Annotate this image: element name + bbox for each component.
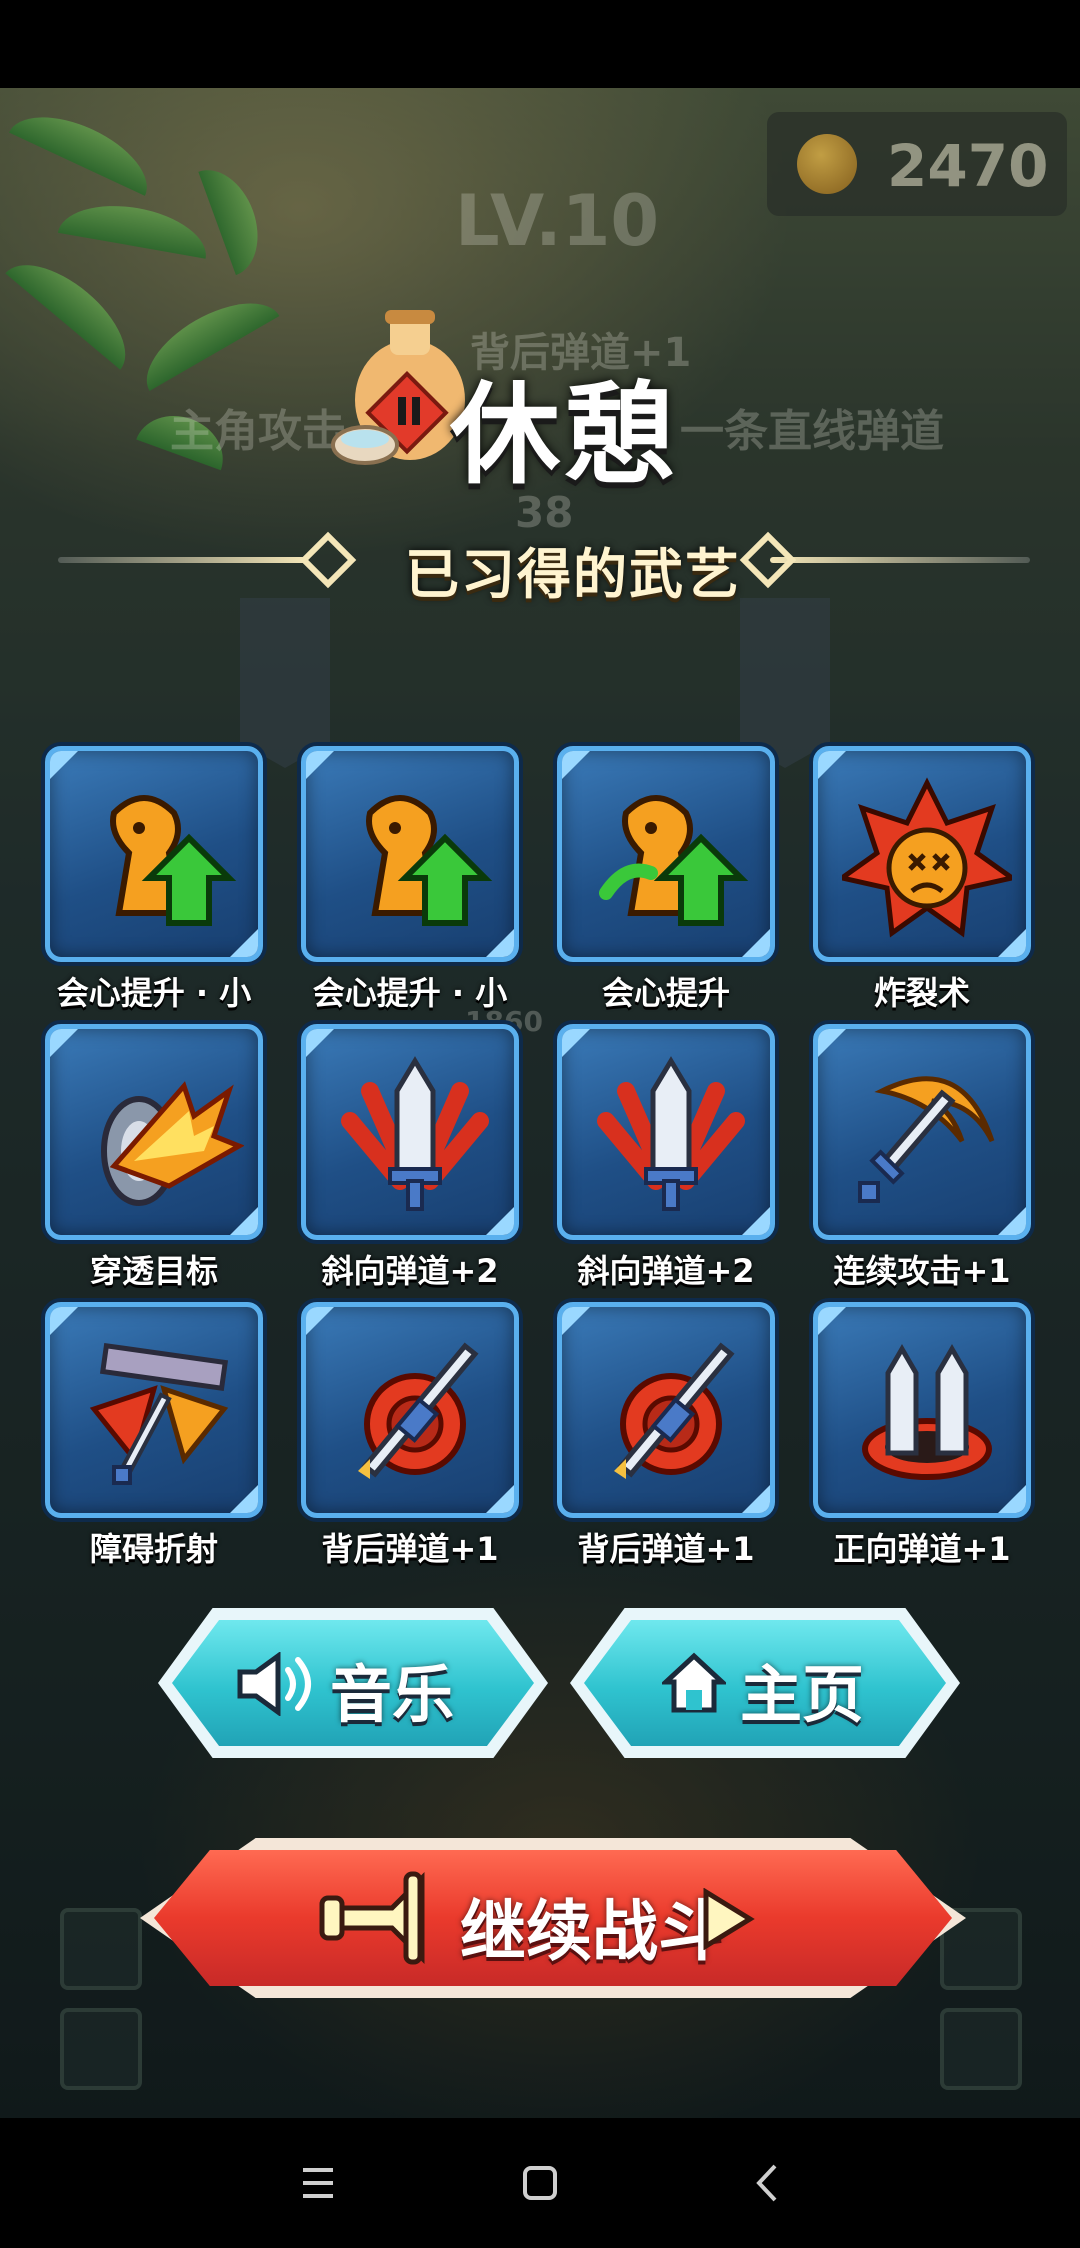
skill-item[interactable]: 会心提升 [557,746,777,1016]
skill-tile [557,746,775,962]
skill-item[interactable]: 炸裂术 [813,746,1033,1016]
status-bar [0,0,1080,88]
home-button-label: 主页 [740,1658,865,1731]
skill-tile [45,1302,263,1518]
skill-label: 斜向弹道+2 [577,1252,755,1290]
continue-battle-label: 继续战斗 [460,1893,724,1970]
speaker-icon [237,1652,311,1716]
divider-line [58,557,308,563]
background-skill-text: 主角攻击 [170,406,346,457]
diagonal-shot-icon [597,1056,745,1211]
home-nav-icon[interactable] [505,2148,575,2218]
skill-item[interactable]: 会心提升 · 小 [301,746,521,1016]
skill-label: 斜向弹道+2 [321,1252,499,1290]
background-skill-text: 一条直线弹道 [680,406,944,457]
crit-up-small-icon [110,795,237,926]
skill-label: 背后弹道+1 [577,1530,755,1568]
crit-up-icon [599,795,749,926]
play-arrow-icon [703,1888,755,1950]
front-shot-icon [862,1344,992,1480]
skill-label: 炸裂术 [873,974,970,1012]
skill-item[interactable]: 正向弹道+1 [813,1302,1033,1572]
skill-label: 连续攻击+1 [833,1252,1011,1290]
menu-icon[interactable] [283,2148,353,2218]
wall-bounce-icon [89,1342,229,1485]
skill-item[interactable]: 斜向弹道+2 [301,1024,521,1294]
continue-battle-button[interactable]: 继续战斗 [140,1838,966,1998]
level-label: LV.10 [455,180,660,262]
skill-tile [813,1302,1031,1518]
skill-tile [45,1024,263,1240]
skill-item[interactable]: 穿透目标 [45,1024,265,1294]
skill-label: 会心提升 · 小 [312,974,508,1012]
skill-tile [557,1302,775,1518]
system-navigation-bar [0,2118,1080,2248]
pause-header: 休憩 [330,305,710,499]
back-icon[interactable] [733,2148,803,2218]
skill-label: 会心提升 · 小 [56,974,252,1012]
pause-title: 休憩 [450,371,678,499]
rear-shot-icon [358,1342,479,1479]
home-icon [662,1652,726,1713]
pierce-icon [101,1081,244,1206]
coin-counter: 2470 [767,112,1067,216]
skill-label: 正向弹道+1 [833,1530,1011,1568]
skills-section-title: 已习得的武艺 [405,543,741,606]
home-button[interactable]: 主页 [570,1608,960,1758]
coin-icon [797,134,857,194]
crit-up-small-icon [366,795,493,926]
skill-item[interactable]: 障碍折射 [45,1302,265,1572]
skill-item[interactable]: 会心提升 · 小 [45,746,265,1016]
skill-label: 障碍折射 [89,1530,218,1568]
horn-icon [319,1871,425,1965]
skill-tile [301,1302,519,1518]
skill-label: 穿透目标 [89,1252,218,1290]
skills-section-header: 已习得的武艺 [58,530,1030,606]
skill-tile [301,746,519,962]
rear-shot-icon [614,1342,735,1479]
skill-tile [813,746,1031,962]
music-button-label: 音乐 [330,1658,455,1731]
skill-item[interactable]: 背后弹道+1 [301,1302,521,1572]
skill-tile [45,746,263,962]
skill-item[interactable]: 连续攻击+1 [813,1024,1033,1294]
skill-label: 背后弹道+1 [321,1530,499,1568]
divider-line [770,557,1030,563]
skill-label: 会心提升 [601,974,730,1012]
combo-attack-icon [858,1076,995,1203]
diagonal-shot-icon [341,1056,489,1211]
skill-tile [301,1024,519,1240]
coin-value: 2470 [887,132,1049,200]
skill-tile [813,1024,1031,1240]
explosion-icon [842,777,1012,938]
skill-item[interactable]: 背后弹道+1 [557,1302,777,1572]
skill-tile [557,1024,775,1240]
divider-ornament-icon [299,531,357,589]
music-button[interactable]: 音乐 [158,1608,548,1758]
skill-item[interactable]: 斜向弹道+2 [557,1024,777,1294]
